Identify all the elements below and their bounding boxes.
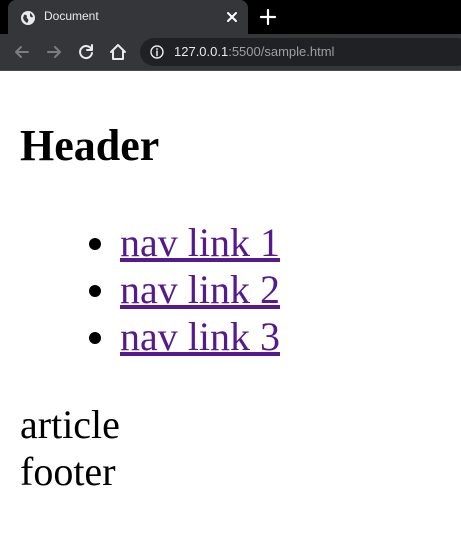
nav-link-2[interactable]: nav link 2 (120, 267, 280, 312)
tab-document[interactable]: Document (8, 0, 248, 34)
browser-toolbar: 127.0.0.1:5500/sample.html (0, 34, 461, 70)
nav-list: nav link 1 nav link 2 nav link 3 (80, 219, 280, 360)
tab-strip: Document (0, 0, 461, 34)
url-text[interactable]: 127.0.0.1:5500/sample.html (174, 44, 334, 59)
nav-list-item: nav link 3 (120, 313, 280, 360)
close-icon[interactable] (224, 9, 240, 25)
reload-icon[interactable] (76, 42, 96, 62)
nav-link-3[interactable]: nav link 3 (120, 314, 280, 359)
url-host: 127.0.0.1 (174, 44, 229, 59)
address-bar[interactable]: 127.0.0.1:5500/sample.html (140, 38, 461, 66)
tab-title: Document (44, 9, 99, 23)
globe-icon (21, 11, 35, 25)
nav-list-item: nav link 2 (120, 266, 280, 313)
article-text: article (20, 402, 120, 447)
url-path: :5500/sample.html (228, 44, 335, 59)
footer-text: footer (20, 449, 116, 494)
page-header: Header (20, 121, 160, 170)
page-content: Header nav link 1 nav link 2 nav link 3 … (0, 71, 461, 548)
nav-list-item: nav link 1 (120, 219, 280, 266)
home-icon[interactable] (108, 42, 128, 62)
plus-icon[interactable] (259, 8, 277, 26)
info-icon[interactable] (150, 45, 164, 59)
nav-link-1[interactable]: nav link 1 (120, 220, 280, 265)
arrow-left-icon[interactable] (12, 42, 32, 62)
arrow-right-icon[interactable] (44, 42, 64, 62)
browser-window: Document 127.0.0.1:5500/sample.html Head… (0, 0, 461, 548)
